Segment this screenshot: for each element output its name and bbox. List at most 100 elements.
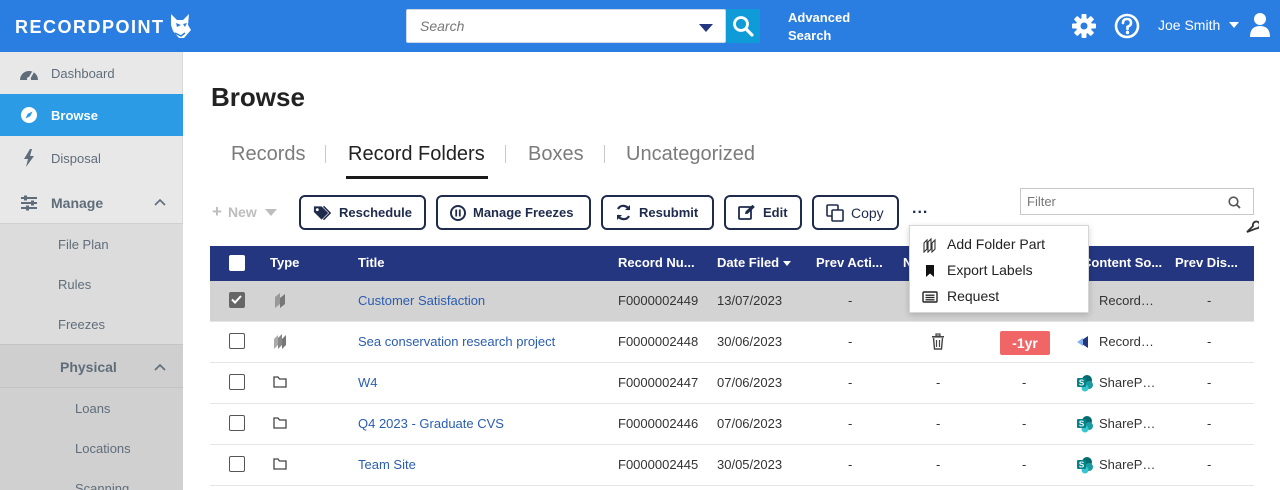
tab-boxes[interactable]: Boxes bbox=[528, 143, 584, 166]
copy-icon bbox=[826, 203, 844, 222]
sidebar-subitem-locations[interactable]: Locations bbox=[0, 428, 183, 468]
reschedule-button-label: Reschedule bbox=[339, 205, 412, 220]
search-icon[interactable] bbox=[1228, 196, 1241, 209]
more-actions-button[interactable]: ... bbox=[912, 200, 928, 218]
sidebar-subitem-freezes[interactable]: Freezes bbox=[0, 304, 183, 344]
tab-records[interactable]: Records bbox=[231, 143, 305, 166]
user-avatar-icon[interactable] bbox=[1249, 12, 1271, 38]
reschedule-button[interactable]: Reschedule bbox=[299, 195, 426, 230]
manage-freezes-button[interactable]: Manage Freezes bbox=[436, 195, 591, 230]
gear-icon[interactable] bbox=[1070, 12, 1098, 40]
search-scope-dropdown-icon[interactable] bbox=[699, 24, 713, 32]
page-title: Browse bbox=[211, 82, 305, 112]
table-row[interactable]: W4 F0000002447 07/06/2023 - - - S ShareP… bbox=[210, 363, 1254, 404]
sidebar-item-disposal[interactable]: Disposal bbox=[0, 137, 183, 179]
row-title-link[interactable]: W4 bbox=[358, 375, 378, 390]
row-content-source: ShareP… bbox=[1099, 416, 1156, 431]
menu-item-label: Export Labels bbox=[947, 262, 1033, 278]
row-title-link[interactable]: Customer Satisfaction bbox=[358, 293, 485, 308]
sharepoint-icon: S bbox=[1077, 375, 1093, 392]
resubmit-button[interactable]: Resubmit bbox=[601, 195, 714, 230]
filter-box bbox=[1020, 188, 1254, 215]
advanced-search-line1: Advanced bbox=[788, 10, 851, 25]
search-icon bbox=[733, 16, 754, 37]
list-card-icon bbox=[922, 291, 938, 303]
sharepoint-icon: S bbox=[1077, 457, 1093, 474]
recordpoint-icon bbox=[1077, 336, 1088, 348]
sidebar-subitem-loans[interactable]: Loans bbox=[0, 388, 183, 428]
tab-divider bbox=[325, 145, 326, 163]
edit-button[interactable]: Edit bbox=[724, 195, 802, 230]
manage-freezes-button-label: Manage Freezes bbox=[473, 205, 574, 220]
column-header-content-source[interactable]: Content So... bbox=[1082, 255, 1162, 270]
copy-button[interactable]: Copy bbox=[812, 195, 899, 230]
tag-icon bbox=[313, 205, 332, 220]
sidebar-item-dashboard[interactable]: Dashboard bbox=[0, 52, 183, 94]
row-date-filed: 13/07/2023 bbox=[717, 293, 783, 308]
svg-text:S: S bbox=[1079, 379, 1085, 388]
user-menu-caret-icon[interactable] bbox=[1229, 22, 1239, 28]
row-prev-action: - bbox=[848, 293, 853, 308]
menu-item-request[interactable]: Request bbox=[910, 283, 1088, 309]
row-prev-action: - bbox=[848, 334, 853, 349]
row-prev-action: - bbox=[848, 457, 853, 472]
sidebar-subitem-file-plan[interactable]: File Plan bbox=[0, 224, 183, 264]
retention-badge: -1yr bbox=[1000, 331, 1050, 355]
table-row[interactable]: Sea conservation research project F00000… bbox=[210, 322, 1254, 363]
wrench-icon[interactable] bbox=[1246, 220, 1259, 233]
table-row[interactable]: Team Site F0000002445 30/05/2023 - - - S… bbox=[210, 445, 1254, 486]
column-header-prev-action[interactable]: Prev Acti... bbox=[816, 255, 883, 270]
search-button[interactable] bbox=[726, 9, 760, 43]
advanced-search-link[interactable]: Advanced Search bbox=[788, 9, 850, 45]
sidebar-subitem-rules[interactable]: Rules bbox=[0, 264, 183, 304]
select-all-checkbox[interactable] bbox=[229, 255, 245, 271]
row-col-n: - bbox=[936, 457, 941, 472]
row-title-link[interactable]: Team Site bbox=[358, 457, 416, 472]
folder-part-icon bbox=[274, 334, 286, 349]
sidebar-item-manage[interactable]: Manage bbox=[0, 182, 183, 224]
tab-uncategorized[interactable]: Uncategorized bbox=[626, 143, 755, 166]
menu-item-add-folder-part[interactable]: Add Folder Part bbox=[910, 231, 1088, 257]
row-checkbox[interactable] bbox=[229, 374, 245, 390]
row-date-filed: 07/06/2023 bbox=[717, 375, 783, 390]
chevron-up-icon[interactable] bbox=[154, 363, 166, 371]
sidebar-subitem-physical[interactable]: Physical bbox=[0, 344, 183, 388]
filter-input[interactable] bbox=[1021, 189, 1221, 214]
sidebar-item-browse[interactable]: Browse bbox=[0, 94, 183, 136]
row-prev-action: - bbox=[848, 416, 853, 431]
search-input[interactable] bbox=[407, 10, 677, 42]
row-prev-action: - bbox=[848, 375, 853, 390]
sidebar-subitem-label: Scanning bbox=[75, 481, 130, 490]
row-checkbox[interactable] bbox=[229, 415, 245, 431]
new-button[interactable]: + New bbox=[212, 202, 277, 222]
table-row[interactable]: Customer Satisfaction F0000002449 13/07/… bbox=[210, 281, 1254, 322]
menu-item-export-labels[interactable]: Export Labels bbox=[910, 257, 1088, 283]
row-col-retention: - bbox=[1022, 375, 1027, 390]
user-menu-name[interactable]: Joe Smith bbox=[1158, 17, 1220, 33]
menu-item-label: Request bbox=[947, 288, 1000, 304]
sidebar-subitem-scanning[interactable]: Scanning bbox=[0, 468, 183, 490]
more-actions-menu: Add Folder Part Export Labels Request bbox=[909, 225, 1089, 313]
row-content-source: ShareP… bbox=[1099, 375, 1156, 390]
table-row[interactable]: Q4 2023 - Graduate CVS F0000002446 07/06… bbox=[210, 404, 1254, 445]
row-checkbox[interactable] bbox=[229, 292, 245, 308]
app-logo[interactable]: RECORDPOINT bbox=[15, 17, 165, 38]
chevron-up-icon[interactable] bbox=[154, 198, 166, 206]
column-header-title[interactable]: Title bbox=[358, 255, 385, 270]
row-title-link[interactable]: Q4 2023 - Graduate CVS bbox=[358, 416, 504, 431]
column-header-prev-disposal[interactable]: Prev Dis... bbox=[1175, 255, 1238, 270]
tab-record-folders[interactable]: Record Folders bbox=[348, 143, 485, 166]
row-checkbox[interactable] bbox=[229, 456, 245, 472]
row-col-retention: - bbox=[1022, 416, 1027, 431]
column-header-record-number[interactable]: Record Nu... bbox=[618, 255, 695, 270]
sliders-icon bbox=[19, 193, 39, 213]
help-icon[interactable] bbox=[1113, 12, 1141, 40]
folder-part-icon bbox=[275, 293, 285, 308]
column-header-type[interactable]: Type bbox=[270, 255, 299, 270]
row-checkbox[interactable] bbox=[229, 333, 245, 349]
column-header-date-filed[interactable]: Date Filed bbox=[717, 255, 792, 270]
row-col-n: - bbox=[936, 416, 941, 431]
bookmark-icon bbox=[926, 265, 934, 277]
row-title-link[interactable]: Sea conservation research project bbox=[358, 334, 555, 349]
sharepoint-icon: S bbox=[1077, 416, 1093, 433]
